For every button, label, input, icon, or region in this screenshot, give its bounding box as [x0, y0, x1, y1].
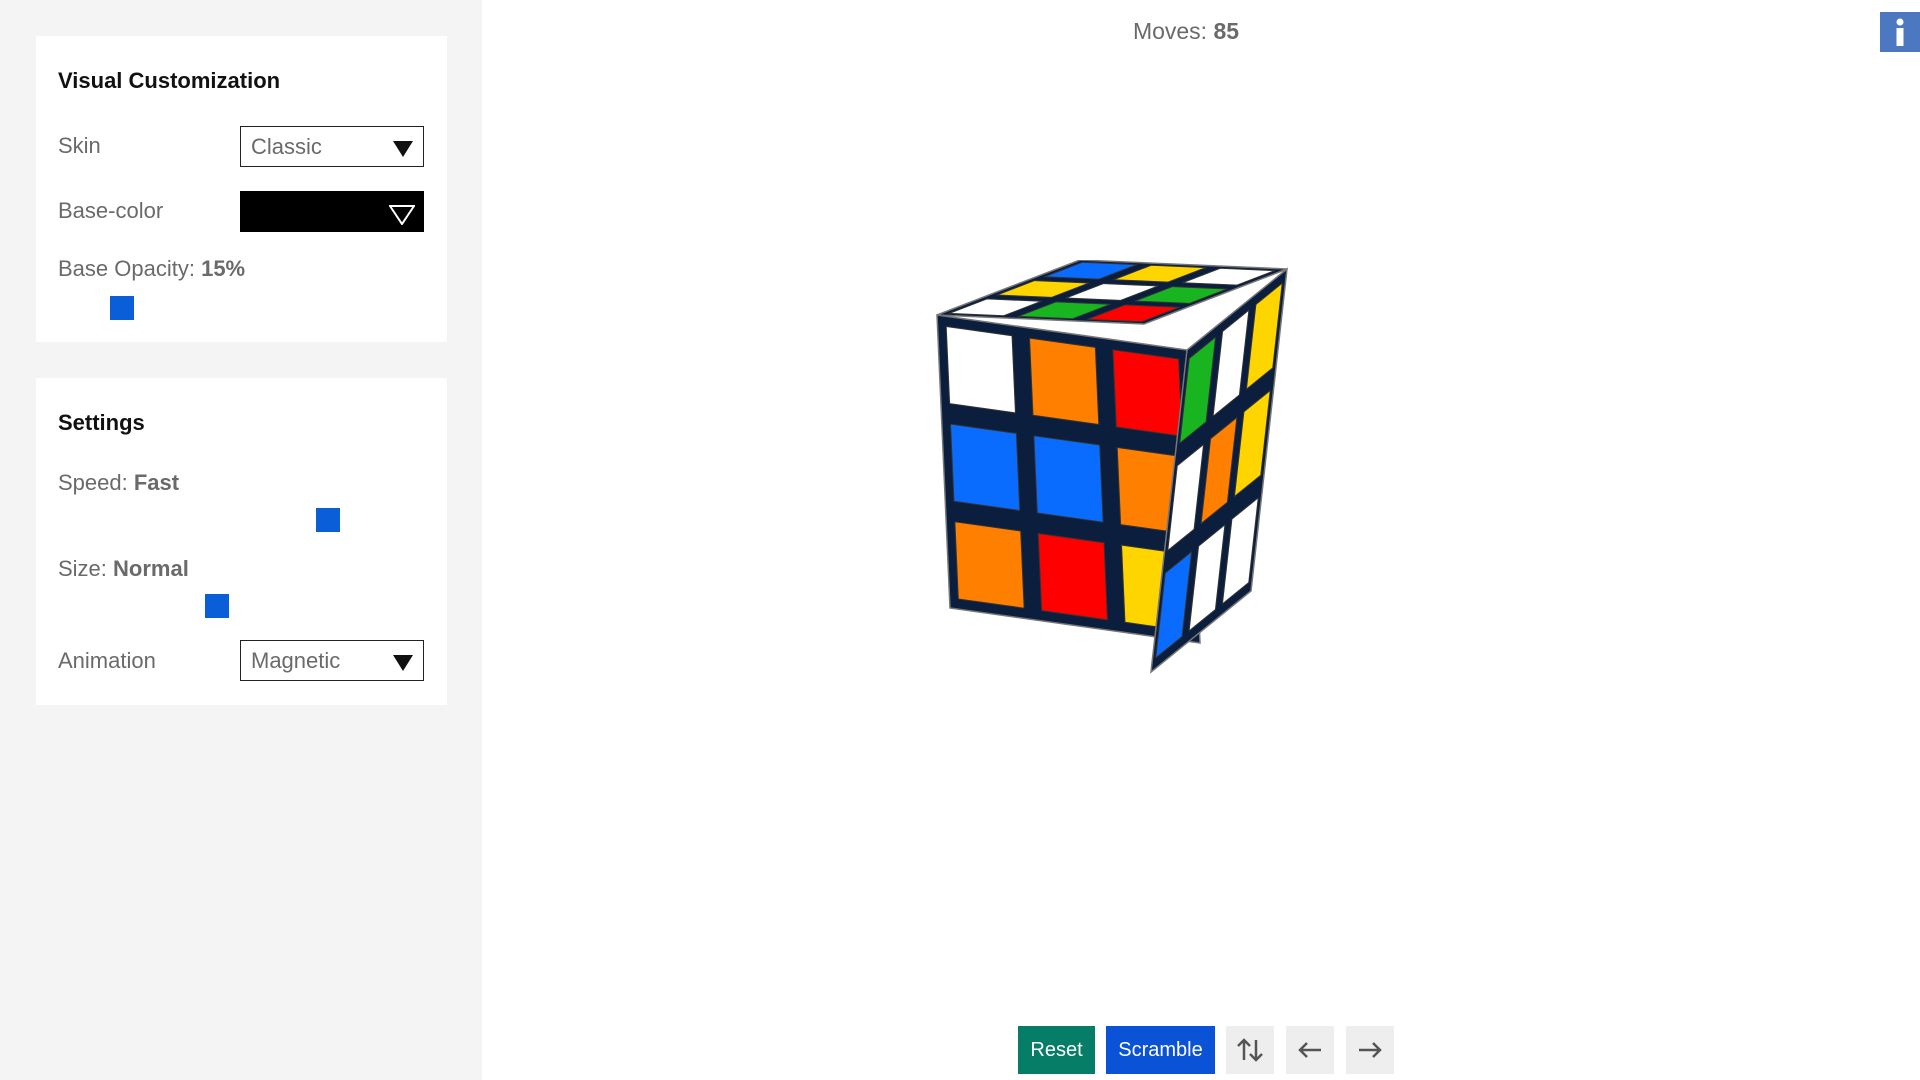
chevron-down-outline-icon: [389, 205, 415, 225]
front-sticker[interactable]: [945, 325, 1016, 414]
front-sticker[interactable]: [1033, 435, 1104, 523]
front-sticker[interactable]: [1112, 349, 1183, 437]
size-text: Size:: [58, 556, 107, 581]
reset-button-label: Reset: [1030, 1038, 1083, 1061]
front-sticker[interactable]: [954, 521, 1025, 609]
chevron-down-icon: [393, 655, 413, 671]
size-value: Normal: [113, 556, 189, 581]
animation-label: Animation: [58, 648, 156, 673]
base-opacity-label: Base Opacity: 15%: [58, 256, 245, 282]
size-label: Size: Normal: [58, 556, 189, 582]
skin-select-value: Classic: [251, 134, 322, 159]
base-color-label: Base-color: [58, 198, 164, 223]
flip-cube-button[interactable]: [1226, 1026, 1274, 1074]
base-opacity-slider-thumb[interactable]: [110, 296, 134, 320]
front-sticker[interactable]: [1029, 337, 1100, 426]
moves-label: Moves:: [1132, 18, 1208, 44]
speed-text: Speed:: [58, 470, 128, 495]
skin-label: Skin: [58, 133, 101, 158]
scramble-button[interactable]: Scramble: [1106, 1026, 1215, 1074]
swap-vertical-icon: [1237, 1038, 1263, 1062]
undo-button[interactable]: [1286, 1026, 1334, 1074]
moves-value: 85: [1213, 18, 1240, 44]
skin-select[interactable]: Classic: [240, 126, 424, 167]
scramble-button-label: Scramble: [1118, 1038, 1203, 1061]
speed-slider-thumb[interactable]: [316, 508, 340, 532]
visual-customization-panel: Visual Customization Skin Classic Base-c…: [36, 36, 447, 342]
speed-value: Fast: [133, 470, 180, 495]
front-sticker[interactable]: [950, 423, 1021, 512]
base-opacity-value: 15%: [201, 256, 246, 281]
sidebar: Visual Customization Skin Classic Base-c…: [0, 0, 482, 1080]
size-slider-thumb[interactable]: [205, 594, 229, 618]
arrow-right-icon: [1359, 1042, 1382, 1058]
visual-customization-title: Visual Customization: [58, 68, 281, 93]
reset-button[interactable]: Reset: [1018, 1026, 1095, 1074]
settings-title: Settings: [58, 410, 145, 435]
info-button[interactable]: [1880, 12, 1920, 52]
chevron-down-icon: [393, 141, 413, 157]
arrow-left-icon: [1298, 1042, 1321, 1058]
animation-select-value: Magnetic: [251, 648, 341, 673]
base-color-picker[interactable]: [240, 191, 424, 232]
speed-label: Speed: Fast: [58, 470, 179, 496]
animation-select[interactable]: Magnetic: [240, 640, 424, 681]
info-icon: [1896, 18, 1904, 46]
settings-panel: Settings Speed: Fast Size: Normal Animat…: [36, 378, 447, 705]
redo-button[interactable]: [1346, 1026, 1394, 1074]
rubiks-cube[interactable]: [900, 260, 1500, 860]
front-sticker[interactable]: [1037, 532, 1108, 621]
moves-counter: Moves: 85: [1100, 18, 1272, 45]
base-opacity-text: Base Opacity:: [58, 256, 195, 281]
